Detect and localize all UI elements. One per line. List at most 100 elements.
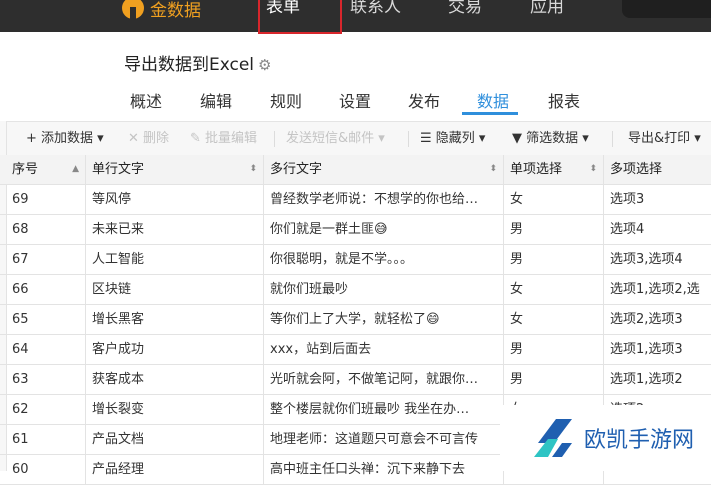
cell-single-choice: 女 [504,275,604,304]
delete-button[interactable]: ✕ 删除 [128,122,169,155]
col-header-label: 序号 [12,162,39,177]
cell-multi-line: 地理老师：这道题只可意会不可言传 [264,425,504,454]
cell-single-line: 产品经理 [86,455,264,484]
table-row[interactable]: 65 增长黑客 等你们上了大学，就轻松了😄 女 选项2,选项3 [0,305,711,335]
cell-single-line: 增长裂变 [86,395,264,424]
cell-index: 60 [6,455,86,484]
nav-transactions[interactable]: 交易 [448,0,482,22]
tab-overview[interactable]: 概述 [130,88,162,112]
send-sms-email-button[interactable]: 发送短信&邮件 ▾ [286,122,385,155]
nav-contacts[interactable]: 联系人 [350,0,401,22]
table-row[interactable]: 66 区块链 就你们班最吵 女 选项1,选项2,选 [0,275,711,305]
table-row[interactable]: 68 未来已来 你们就是一群土匪😅 男 选项4 [0,215,711,245]
cell-index: 69 [6,185,86,214]
sort-icon[interactable]: ▲ [72,155,79,184]
cell-multi-line: 整个楼层就你们班最吵 我坐在办… [264,395,504,424]
col-header-label: 单行文字 [92,162,145,177]
cell-multi-line: 就你们班最吵 [264,275,504,304]
col-header-label: 单项选择 [510,162,563,177]
sort-icon[interactable]: ⬍ [489,155,497,184]
cell-single-line: 增长黑客 [86,305,264,334]
cell-single-choice: 男 [504,215,604,244]
cell-multi-line: xxx，站到后面去 [264,335,504,364]
table-row[interactable]: 69 等风停 曾经数学老师说：不想学的你也给… 女 选项3 [0,185,711,215]
tab-data[interactable]: 数据 [477,88,509,112]
col-header-index[interactable]: 序号 ▲ [6,155,86,184]
cell-multi-choice: 选项1,选项3 [610,342,683,357]
cell-multi-choice: 选项4 [610,222,645,237]
cell-multi-choice: 选项1,选项2 [610,372,683,387]
col-header-multi-choice[interactable]: 多项选择 [604,155,711,184]
toolbar-divider [612,131,613,147]
cell-multi-line: 高中班主任口头禅：沉下来静下去 [264,455,504,484]
cell-single-choice: 男 [504,245,604,274]
cell-multi-line: 你们就是一群土匪😅 [264,215,504,244]
watermark-text: 欧凯手游网 [584,428,695,453]
filter-data-button[interactable]: ▼ 筛选数据 ▾ [512,122,589,155]
top-nav-bar: 金数据 表单 联系人 交易 应用 [0,0,711,32]
cell-single-choice: 男 [504,365,604,394]
cell-multi-line: 曾经数学老师说：不想学的你也给… [264,185,504,214]
cell-single-line: 人工智能 [86,245,264,274]
col-header-label: 多行文字 [270,162,323,177]
tab-edit[interactable]: 编辑 [200,88,232,112]
col-header-label: 多项选择 [610,162,663,177]
cell-multi-line: 等你们上了大学，就轻松了😄 [264,305,504,334]
table-row[interactable]: 63 获客成本 光听就会阿，不做笔记阿，就跟你… 男 选项1,选项2 [0,365,711,395]
nav-apps[interactable]: 应用 [530,0,564,22]
tab-reports[interactable]: 报表 [548,88,580,112]
cell-single-choice: 男 [504,335,604,364]
cell-index: 62 [6,395,86,424]
cell-single-line: 区块链 [86,275,264,304]
sort-icon[interactable]: ⬍ [249,155,257,184]
toolbar-divider [274,131,275,147]
col-header-single-line[interactable]: 单行文字 ⬍ [86,155,264,184]
tab-publish[interactable]: 发布 [408,88,440,112]
cell-multi-line: 光听就会阿，不做笔记阿，就跟你… [264,365,504,394]
cell-multi-choice: 选项2,选项3 [610,312,683,327]
cell-index: 65 [6,305,86,334]
table-row[interactable]: 67 人工智能 你很聪明，就是不学。。。 男 选项3,选项4 [0,245,711,275]
data-toolbar: + 添加数据 ▾ ✕ 删除 ✎ 批量编辑 发送短信&邮件 ▾ ☰ 隐藏列 ▾ ▼… [0,121,711,156]
site-watermark: 欧凯手游网 [500,405,711,471]
cell-multi-choice: 选项3,选项4 [610,252,683,267]
watermark-logo-icon [534,419,572,457]
batch-edit-button[interactable]: ✎ 批量编辑 [190,122,257,155]
sort-icon[interactable]: ⬍ [589,155,597,184]
cell-index: 66 [6,275,86,304]
cell-multi-choice: 选项1,选项2,选 [610,282,700,297]
export-print-button[interactable]: 导出&打印 ▾ [628,122,701,155]
add-data-button[interactable]: + 添加数据 ▾ [26,122,104,155]
brand-mark-icon [122,0,144,19]
page-title: 导出数据到Excel [124,55,255,75]
cell-multi-line: 你很聪明，就是不学。。。 [264,245,504,274]
cell-single-line: 等风停 [86,185,264,214]
nav-forms-highlight [258,0,342,34]
tab-rules[interactable]: 规则 [270,88,302,112]
cell-single-choice: 女 [504,185,604,214]
cell-index: 67 [6,245,86,274]
hide-columns-button[interactable]: ☰ 隐藏列 ▾ [420,122,485,155]
brand-logo[interactable]: 金数据 [122,0,201,22]
cell-index: 61 [6,425,86,454]
top-search-box[interactable] [622,0,711,18]
cell-multi-choice: 选项3 [610,192,645,207]
brand-name: 金数据 [150,0,201,21]
col-header-multi-line[interactable]: 多行文字 ⬍ [264,155,504,184]
cell-index: 64 [6,335,86,364]
col-header-single-choice[interactable]: 单项选择 ⬍ [504,155,604,184]
tab-settings[interactable]: 设置 [339,88,371,112]
active-tab-underline [462,112,518,115]
cell-single-line: 获客成本 [86,365,264,394]
cell-single-line: 产品文档 [86,425,264,454]
cell-index: 68 [6,215,86,244]
table-header-row: 序号 ▲ 单行文字 ⬍ 多行文字 ⬍ 单项选择 ⬍ 多项选择 [0,155,711,185]
cell-single-choice: 女 [504,305,604,334]
page-title-wrap: 导出数据到Excel ⚙ [124,50,272,75]
gear-icon[interactable]: ⚙ [258,56,271,74]
cell-single-line: 未来已来 [86,215,264,244]
table-row[interactable]: 64 客户成功 xxx，站到后面去 男 选项1,选项3 [0,335,711,365]
toolbar-divider [408,131,409,147]
cell-index: 63 [6,365,86,394]
cell-single-line: 客户成功 [86,335,264,364]
